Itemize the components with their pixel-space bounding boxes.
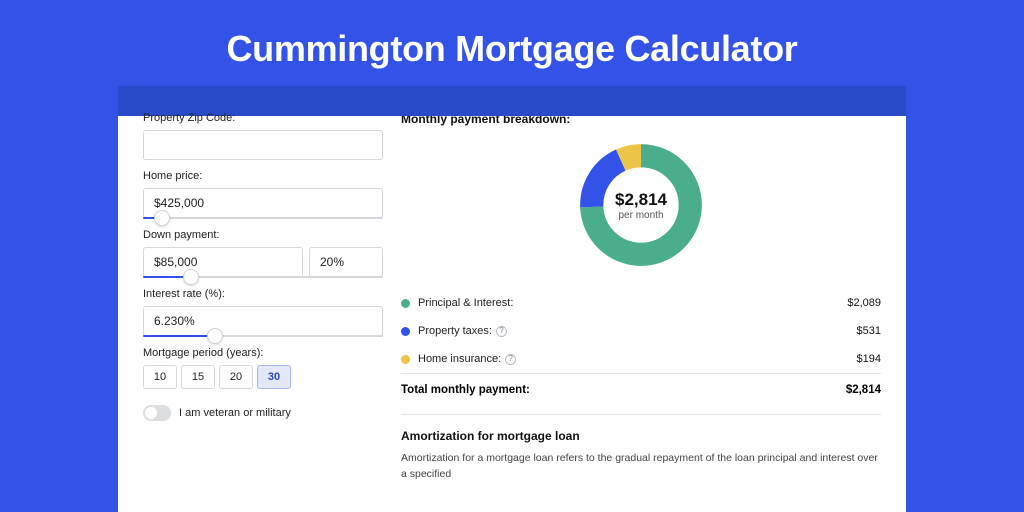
legend-label: Home insurance:? (418, 353, 857, 365)
interest-slider-thumb[interactable] (207, 328, 223, 344)
donut-chart: $2,814 per month (576, 140, 706, 275)
total-label: Total monthly payment: (401, 384, 846, 396)
legend-dot (401, 355, 410, 364)
interest-slider[interactable] (143, 335, 383, 337)
veteran-row: I am veteran or military (143, 405, 383, 421)
legend-row: Principal & Interest:$2,089 (401, 289, 881, 317)
home-price-input[interactable] (143, 188, 383, 218)
period-label: Mortgage period (years): (143, 347, 383, 359)
legend-row: Property taxes:?$531 (401, 317, 881, 345)
donut-chart-wrap: $2,814 per month (401, 134, 881, 281)
inputs-column: Property Zip Code: Home price: Down paym… (143, 112, 383, 512)
donut-amount: $2,814 (615, 190, 667, 210)
amortization-text: Amortization for a mortgage loan refers … (401, 451, 881, 483)
page-title: Cummington Mortgage Calculator (0, 0, 1024, 92)
period-option-30[interactable]: 30 (257, 365, 291, 389)
interest-block: Interest rate (%): (143, 288, 383, 337)
legend-dot (401, 299, 410, 308)
veteran-label: I am veteran or military (179, 407, 291, 419)
down-payment-slider[interactable] (143, 276, 383, 278)
total-value: $2,814 (846, 384, 881, 396)
legend-label: Property taxes:? (418, 325, 857, 337)
down-payment-block: Down payment: (143, 229, 383, 278)
home-price-label: Home price: (143, 170, 383, 182)
breakdown-column: Monthly payment breakdown: $2,814 per mo… (401, 112, 881, 512)
period-option-10[interactable]: 10 (143, 365, 177, 389)
info-icon[interactable]: ? (496, 326, 507, 337)
down-payment-input[interactable] (143, 247, 303, 277)
legend-value: $2,089 (847, 297, 881, 309)
interest-input[interactable] (143, 306, 383, 336)
calculator-panel: Property Zip Code: Home price: Down paym… (118, 92, 906, 512)
legend-label: Principal & Interest: (418, 297, 847, 309)
zip-input[interactable] (143, 130, 383, 160)
interest-label: Interest rate (%): (143, 288, 383, 300)
period-option-15[interactable]: 15 (181, 365, 215, 389)
period-block: Mortgage period (years): 10152030 (143, 347, 383, 389)
donut-sub: per month (618, 210, 663, 221)
home-price-slider-thumb[interactable] (154, 210, 170, 226)
period-options: 10152030 (143, 365, 383, 389)
info-icon[interactable]: ? (505, 354, 516, 365)
zip-label: Property Zip Code: (143, 112, 383, 124)
down-payment-pct-input[interactable] (309, 247, 383, 277)
veteran-toggle[interactable] (143, 405, 171, 421)
zip-field-block: Property Zip Code: (143, 112, 383, 160)
legend-value: $531 (857, 325, 881, 337)
legend-value: $194 (857, 353, 881, 365)
down-payment-label: Down payment: (143, 229, 383, 241)
legend-row: Home insurance:?$194 (401, 345, 881, 373)
down-payment-slider-thumb[interactable] (183, 269, 199, 285)
home-price-slider[interactable] (143, 217, 383, 219)
period-option-20[interactable]: 20 (219, 365, 253, 389)
legend-dot (401, 327, 410, 336)
home-price-block: Home price: (143, 170, 383, 219)
amortization-title: Amortization for mortgage loan (401, 414, 881, 443)
breakdown-legend: Principal & Interest:$2,089Property taxe… (401, 289, 881, 373)
total-row: Total monthly payment: $2,814 (401, 373, 881, 408)
